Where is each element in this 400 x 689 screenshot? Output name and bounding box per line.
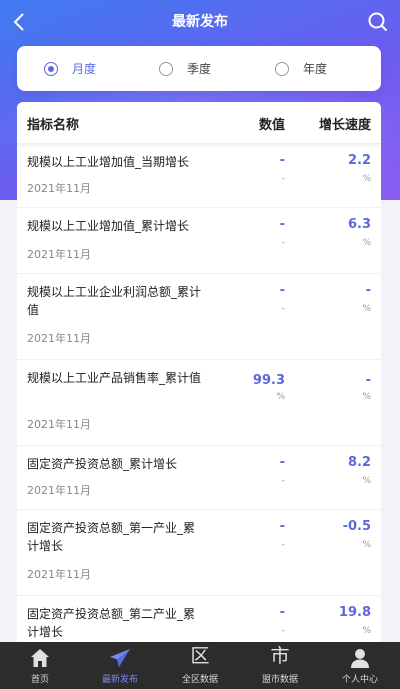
table-row[interactable]: 规模以上工业增加值_累计增长 2021年11月 - - 6.3 % bbox=[17, 208, 381, 274]
table-row[interactable]: 规模以上工业产品销售率_累计值 2021年11月 99.3 % - % bbox=[17, 360, 381, 446]
user-icon bbox=[351, 649, 369, 668]
period-monthly-radio[interactable]: 月度 bbox=[44, 46, 96, 91]
bottom-tab-bar: 首页 最新发布 区 全区数据 市 盟市数据 个人中心 bbox=[0, 642, 400, 689]
period-quarterly-radio[interactable]: 季度 bbox=[159, 46, 211, 91]
column-header-name: 指标名称 bbox=[27, 118, 80, 133]
home-icon bbox=[31, 649, 49, 667]
search-icon bbox=[368, 12, 388, 32]
table-row[interactable]: 固定资产投资总额_第二产业_累计增长 - - 19.8 % bbox=[17, 596, 381, 642]
search-button[interactable] bbox=[364, 8, 392, 36]
tab-city-data[interactable]: 市 盟市数据 bbox=[240, 642, 320, 689]
period-yearly-radio[interactable]: 年度 bbox=[275, 46, 327, 91]
radio-checked-icon bbox=[44, 61, 58, 76]
paper-plane-icon bbox=[110, 649, 130, 667]
radio-unchecked-icon bbox=[275, 61, 289, 76]
tab-latest-release[interactable]: 最新发布 bbox=[80, 642, 160, 689]
column-header-value: 数值 bbox=[258, 118, 285, 133]
indicator-table: 指标名称 数值 增长速度 规模以上工业增加值_当期增长 2021年11月 - -… bbox=[17, 102, 381, 642]
page-title: 最新发布 bbox=[172, 14, 228, 30]
tab-region-data[interactable]: 区 全区数据 bbox=[160, 642, 240, 689]
region-glyph-icon: 区 bbox=[190, 645, 210, 667]
radio-unchecked-icon bbox=[159, 61, 173, 76]
table-row[interactable]: 固定资产投资总额_第一产业_累计增长 2021年11月 - - -0.5 % bbox=[17, 510, 381, 596]
table-row[interactable]: 规模以上工业增加值_当期增长 2021年11月 - - 2.2 % bbox=[17, 144, 381, 208]
period-selector: 月度 季度 年度 bbox=[17, 46, 381, 91]
table-header: 指标名称 数值 增长速度 bbox=[17, 102, 381, 144]
table-row[interactable]: 规模以上工业企业利润总额_累计值 2021年11月 - - - % bbox=[17, 274, 381, 360]
top-bar: 最新发布 bbox=[0, 0, 400, 44]
city-glyph-icon: 市 bbox=[270, 645, 290, 667]
column-header-growth: 增长速度 bbox=[318, 118, 371, 133]
tab-profile[interactable]: 个人中心 bbox=[320, 642, 400, 689]
table-row[interactable]: 固定资产投资总额_累计增长 2021年11月 - - 8.2 % bbox=[17, 446, 381, 510]
tab-home[interactable]: 首页 bbox=[0, 642, 80, 689]
